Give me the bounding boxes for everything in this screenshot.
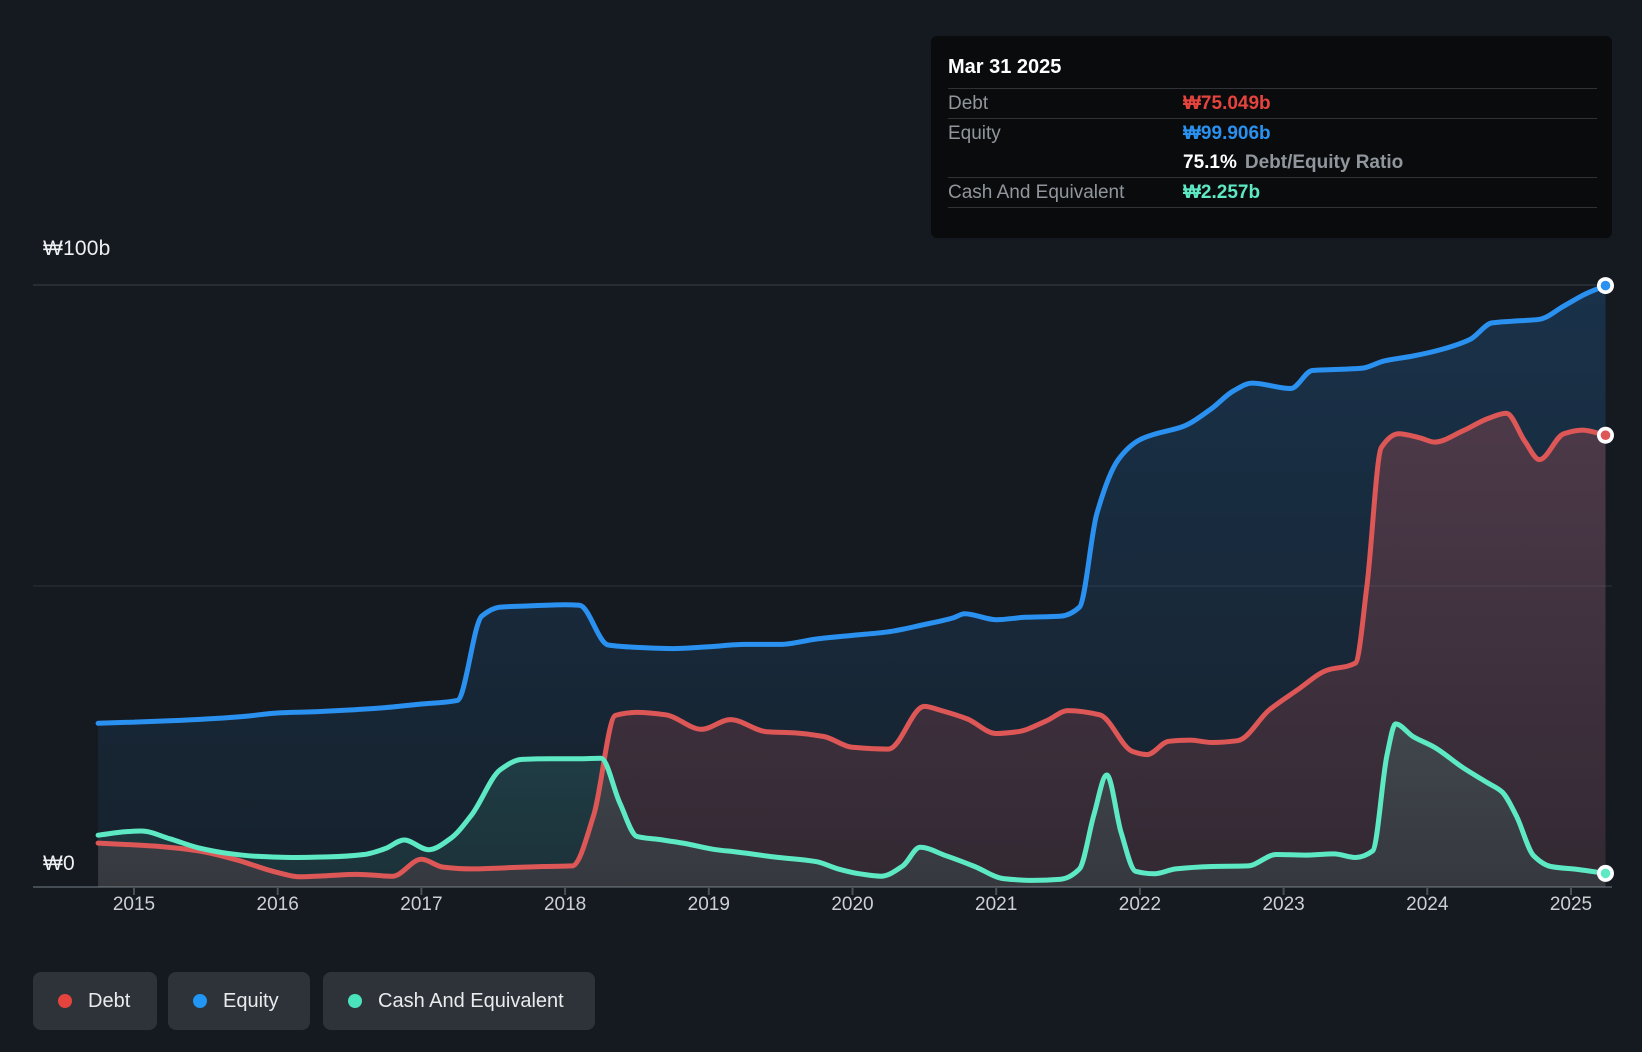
tooltip-ratio: 75.1% Debt/Equity Ratio	[1183, 152, 1403, 174]
x-axis-label-2017: 2017	[400, 894, 443, 915]
debt-endpoint-dot	[1600, 430, 1611, 441]
x-axis-label-2020: 2020	[831, 894, 874, 915]
legend-item-cash[interactable]: Cash And Equivalent	[323, 972, 595, 1030]
x-axis-label-2025: 2025	[1549, 894, 1593, 915]
x-axis-label-2024: 2024	[1406, 894, 1449, 915]
tooltip-row-equity: Equity ₩99.906b	[948, 118, 1597, 148]
tooltip-date: Mar 31 2025	[948, 46, 1597, 89]
tooltip-cash-label: Cash And Equivalent	[948, 181, 1125, 203]
cash-and-equivalent-endpoint-dot	[1600, 868, 1611, 879]
equity-dot-icon	[193, 994, 207, 1008]
tooltip-equity-value: ₩99.906b	[1183, 122, 1271, 144]
legend-debt-label: Debt	[88, 989, 131, 1012]
tooltip-row-ratio: 75.1% Debt/Equity Ratio	[948, 148, 1597, 177]
cash-dot-icon	[348, 994, 362, 1008]
y-axis-label-0: ₩0	[43, 852, 75, 875]
x-axis-label-2022: 2022	[1118, 894, 1162, 915]
tooltip-row-debt: Debt ₩75.049b	[948, 89, 1597, 118]
x-axis-label-2018: 2018	[543, 894, 587, 915]
tooltip-debt-label: Debt	[948, 92, 989, 114]
x-axis: 2015 2016 2017 2018 2019 2020 2021 2022 2023 2024…	[0, 894, 1642, 920]
tooltip-row-cash: Cash And Equivalent ₩2.257b	[948, 177, 1597, 208]
page: { "page": { "background": "#151a20" }, "…	[0, 0, 1642, 1052]
x-axis-label-2023: 2023	[1262, 894, 1305, 915]
x-axis-label-2021: 2021	[975, 894, 1018, 915]
x-axis-label-2019: 2019	[687, 894, 730, 915]
legend-item-debt[interactable]: Debt	[33, 972, 157, 1030]
legend-item-equity[interactable]: Equity	[168, 972, 310, 1030]
y-axis-label-100b: ₩100b	[43, 237, 111, 260]
legend-cash-label: Cash And Equivalent	[378, 989, 564, 1012]
legend-equity-label: Equity	[223, 989, 279, 1012]
tooltip-equity-label: Equity	[948, 122, 1001, 144]
x-axis-label-2016: 2016	[256, 894, 299, 915]
x-axis-label-2015: 2015	[112, 894, 156, 915]
tooltip-cash-value: ₩2.257b	[1183, 181, 1261, 203]
debt-dot-icon	[58, 994, 72, 1008]
chart-tooltip: Mar 31 2025 Debt ₩75.049b Equity ₩99.906…	[931, 36, 1612, 238]
tooltip-ratio-label: Debt/Equity Ratio	[1244, 151, 1404, 173]
tooltip-debt-value: ₩75.049b	[1183, 92, 1271, 114]
equity-endpoint-dot	[1600, 280, 1611, 291]
tooltip-ratio-value: 75.1%	[1183, 151, 1237, 173]
